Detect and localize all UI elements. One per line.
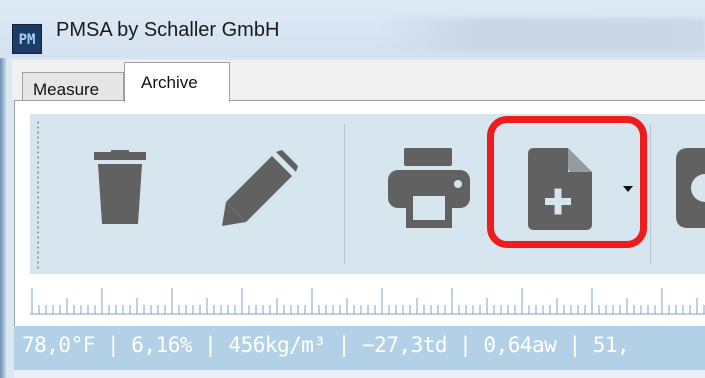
status-readings: 78,0°F | 6,16% | 456kg/m³ | −27,3td | 0,… xyxy=(22,333,630,357)
app-window: PM PMSA by Schaller GmbH Measure Archive xyxy=(0,0,705,378)
tab-measure[interactable]: Measure xyxy=(22,72,124,102)
pencil-icon[interactable] xyxy=(220,150,298,228)
toolbar-grip[interactable] xyxy=(36,120,40,270)
title-bar: PM PMSA by Schaller GmbH xyxy=(0,0,705,58)
app-icon: PM xyxy=(12,24,42,54)
trash-icon[interactable] xyxy=(92,150,148,226)
status-bar: 78,0°F | 6,16% | 456kg/m³ | −27,3td | 0,… xyxy=(14,326,705,370)
toolbar-separator xyxy=(344,124,345,264)
chevron-down-icon[interactable] xyxy=(622,185,634,193)
ruler-ticks xyxy=(30,288,705,315)
window-title: PMSA by Schaller GmbH xyxy=(56,19,280,41)
window-left-edge xyxy=(0,58,6,378)
tab-measure-label: Measure xyxy=(33,80,100,99)
printer-icon[interactable] xyxy=(388,148,470,228)
add-document-icon[interactable] xyxy=(528,148,592,230)
toolbar-separator xyxy=(650,124,651,264)
ruler xyxy=(30,278,705,326)
tab-archive-label: Archive xyxy=(141,73,198,92)
bottom-strip xyxy=(14,370,705,378)
tab-archive[interactable]: Archive xyxy=(124,62,230,102)
title-bar-blurred-area xyxy=(380,18,705,52)
partial-tool-icon[interactable] xyxy=(676,148,705,228)
